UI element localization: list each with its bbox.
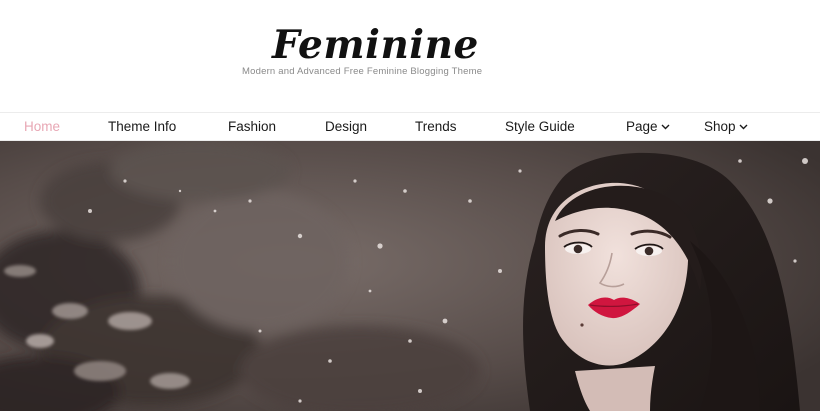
nav-item-design[interactable]: Design [325, 113, 367, 140]
nav-item-style-guide[interactable]: Style Guide [505, 113, 575, 140]
site-title[interactable]: Feminine [272, 22, 479, 68]
nav-item-label: Page [626, 119, 658, 134]
chevron-down-icon [661, 114, 670, 141]
nav-item-label: Design [325, 119, 368, 134]
nav-item-trends[interactable]: Trends [415, 113, 457, 140]
nav-item-theme-info[interactable]: Theme Info [108, 113, 176, 140]
nav-item-home[interactable]: Home [24, 113, 60, 140]
hero-photo [0, 141, 820, 411]
nav-item-label: Theme Info [108, 119, 177, 134]
site-header: Feminine Modern and Advanced Free Femini… [0, 0, 820, 112]
hero-image [0, 141, 820, 411]
main-navigation: Home Theme Info Fashion Design Trends St… [0, 112, 820, 141]
nav-item-fashion[interactable]: Fashion [228, 113, 276, 140]
chevron-down-icon [739, 114, 748, 141]
nav-item-label: Home [24, 119, 61, 134]
nav-item-shop[interactable]: Shop [704, 113, 748, 140]
nav-item-label: Shop [704, 119, 736, 134]
nav-item-page[interactable]: Page [626, 113, 670, 140]
site-tagline: Modern and Advanced Free Feminine Bloggi… [242, 66, 483, 77]
nav-item-label: Trends [415, 119, 457, 134]
nav-item-label: Style Guide [505, 119, 575, 134]
nav-item-label: Fashion [228, 119, 277, 134]
